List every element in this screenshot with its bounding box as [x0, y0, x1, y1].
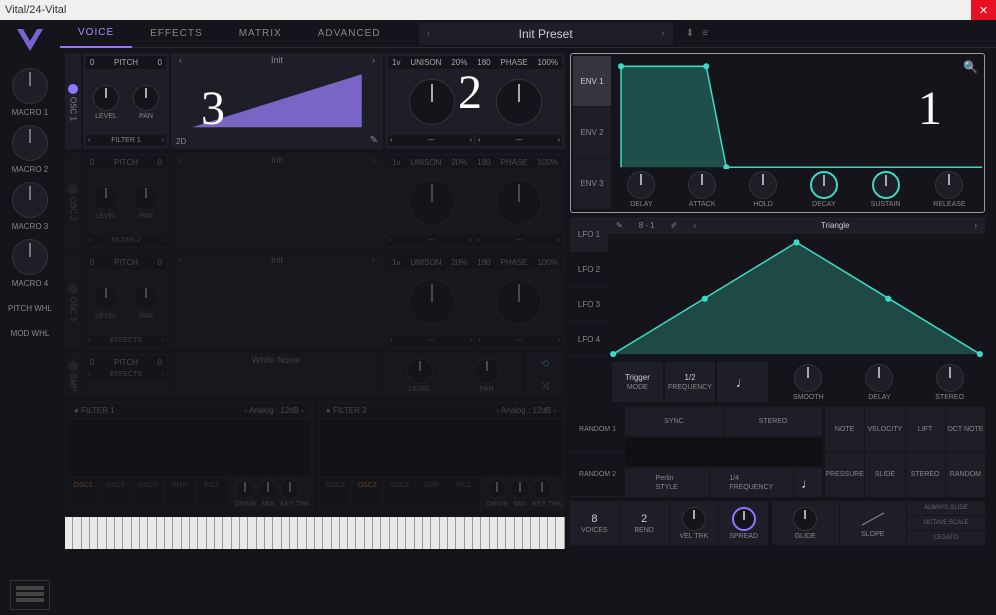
filter-2: ● FILTER 2‹ Analog : 12dB › OSC1 OSC2 OS…	[317, 401, 565, 511]
lfo-brush-icon[interactable]: ✎	[608, 221, 631, 230]
env-hold-knob[interactable]	[749, 171, 777, 199]
lfo3-tab[interactable]: LFO 3	[570, 287, 608, 322]
env-attack-knob[interactable]	[688, 171, 716, 199]
vel-trk-knob[interactable]	[682, 507, 706, 531]
osc1-morph-knob-2[interactable]	[496, 79, 542, 125]
env1-tab[interactable]: ENV 1	[573, 56, 611, 107]
shuffle-icon[interactable]: ⤨	[541, 381, 549, 392]
preset-menu-icon[interactable]: ≡	[702, 28, 708, 39]
osc1-level-knob[interactable]	[93, 85, 119, 111]
save-preset-icon[interactable]: ⬇	[686, 28, 694, 39]
macro-1[interactable]: MACRO 1	[12, 68, 48, 117]
smp-tab[interactable]: SMP	[65, 353, 81, 397]
osc1-pan-knob[interactable]	[133, 85, 159, 111]
voices-block: 8VOICES 2BEND VEL TRK SPREAD	[570, 501, 768, 545]
filter-1: ● FILTER 1‹ Analog : 12dB › OSC1 OSC2 OS…	[65, 401, 313, 511]
preset-name[interactable]: Init Preset	[439, 27, 653, 41]
macro-4[interactable]: MACRO 4	[12, 239, 48, 288]
tab-matrix[interactable]: MATRIX	[221, 20, 300, 48]
lfo-graph[interactable]	[608, 234, 985, 357]
preset-next-button[interactable]: ›	[653, 28, 673, 39]
osc2-tab[interactable]: OSC 2	[65, 153, 81, 249]
tab-voice[interactable]: VOICE	[60, 20, 132, 48]
edit-wave-icon[interactable]: ✎	[370, 135, 378, 146]
env3-tab[interactable]: ENV 3	[573, 159, 611, 210]
tab-advanced[interactable]: ADVANCED	[300, 20, 399, 48]
osc1-tab[interactable]: OSC 1	[65, 53, 81, 149]
lfo1-tab[interactable]: LFO 1	[570, 217, 608, 252]
lfo-stereo-knob[interactable]	[936, 364, 964, 392]
window-close-button[interactable]: ✕	[971, 0, 996, 20]
pitch-wheel[interactable]: PITCH WHL	[8, 304, 52, 313]
lfo2-tab[interactable]: LFO 2	[570, 252, 608, 287]
preset-bar: ‹ Init Preset ›	[419, 23, 673, 45]
osc1-morph-knob-1[interactable]	[409, 79, 455, 125]
glide-knob[interactable]	[793, 507, 817, 531]
osc1-filter-dest[interactable]: ‹FILTER 1›	[86, 135, 166, 146]
main-tabs: VOICE EFFECTS MATRIX ADVANCED ‹ Init Pre…	[60, 20, 996, 48]
loop-icon[interactable]: ⟲	[541, 359, 549, 370]
mod-wheel[interactable]: MOD WHL	[11, 329, 50, 338]
env-delay-knob[interactable]	[627, 171, 655, 199]
envelope-section: ENV 1 ENV 2 ENV 3 🔍 1	[570, 53, 985, 213]
lfo-pen-icon[interactable]: ✐	[663, 221, 686, 230]
lfo-section: LFO 1 LFO 2 LFO 3 LFO 4 ✎ 8 - 1 ✐ ‹ Tria…	[570, 217, 985, 357]
macro-2[interactable]: MACRO 2	[12, 125, 48, 174]
left-sidebar: MACRO 1 MACRO 2 MACRO 3 MACRO 4 PITCH WH…	[0, 20, 60, 615]
osc3-tab[interactable]: OSC 3	[65, 253, 81, 349]
app-logo-icon	[10, 25, 50, 55]
voices-count[interactable]: 8VOICES	[570, 501, 619, 545]
env-decay-knob[interactable]	[810, 171, 838, 199]
macro-3[interactable]: MACRO 3	[12, 182, 48, 231]
lfo-delay-knob[interactable]	[865, 364, 893, 392]
lfo-frequency[interactable]: 1/2FREQUENCY	[664, 361, 717, 403]
mod-source-grid: NOTE VELOCITY LIFT OCT NOTE PRESSURE SLI…	[825, 407, 985, 497]
zoom-icon[interactable]: 🔍	[963, 60, 978, 74]
keyboard-toggle-icon[interactable]	[10, 580, 50, 610]
lfo-smooth-knob[interactable]	[794, 364, 822, 392]
window-titlebar: Vital/24-Vital ✕	[0, 0, 996, 20]
random2-tab[interactable]: RANDOM 2	[570, 452, 625, 497]
bend-range[interactable]: 2BEND	[620, 501, 669, 545]
random-sync-icon[interactable]: ♩	[794, 468, 822, 497]
env-graph[interactable]: 🔍 1	[611, 56, 982, 169]
piano-keyboard[interactable]	[65, 517, 565, 549]
window-title: Vital/24-Vital	[5, 4, 66, 16]
random-graph[interactable]	[625, 438, 822, 467]
lfo-mode[interactable]: TriggerMODE	[611, 361, 664, 403]
lfo-tempo-sync-icon[interactable]: ♩	[716, 361, 769, 403]
lfo4-tab[interactable]: LFO 4	[570, 322, 608, 357]
tab-effects[interactable]: EFFECTS	[132, 20, 221, 48]
env-sustain-knob[interactable]	[872, 171, 900, 199]
preset-prev-button[interactable]: ‹	[419, 28, 439, 39]
env-release-knob[interactable]	[935, 171, 963, 199]
spread-knob[interactable]	[732, 507, 756, 531]
random1-tab[interactable]: RANDOM 1	[570, 407, 625, 452]
osc1-wave-display[interactable]: ‹Init› 2D ✎ 3	[171, 53, 383, 149]
env2-tab[interactable]: ENV 2	[573, 107, 611, 158]
